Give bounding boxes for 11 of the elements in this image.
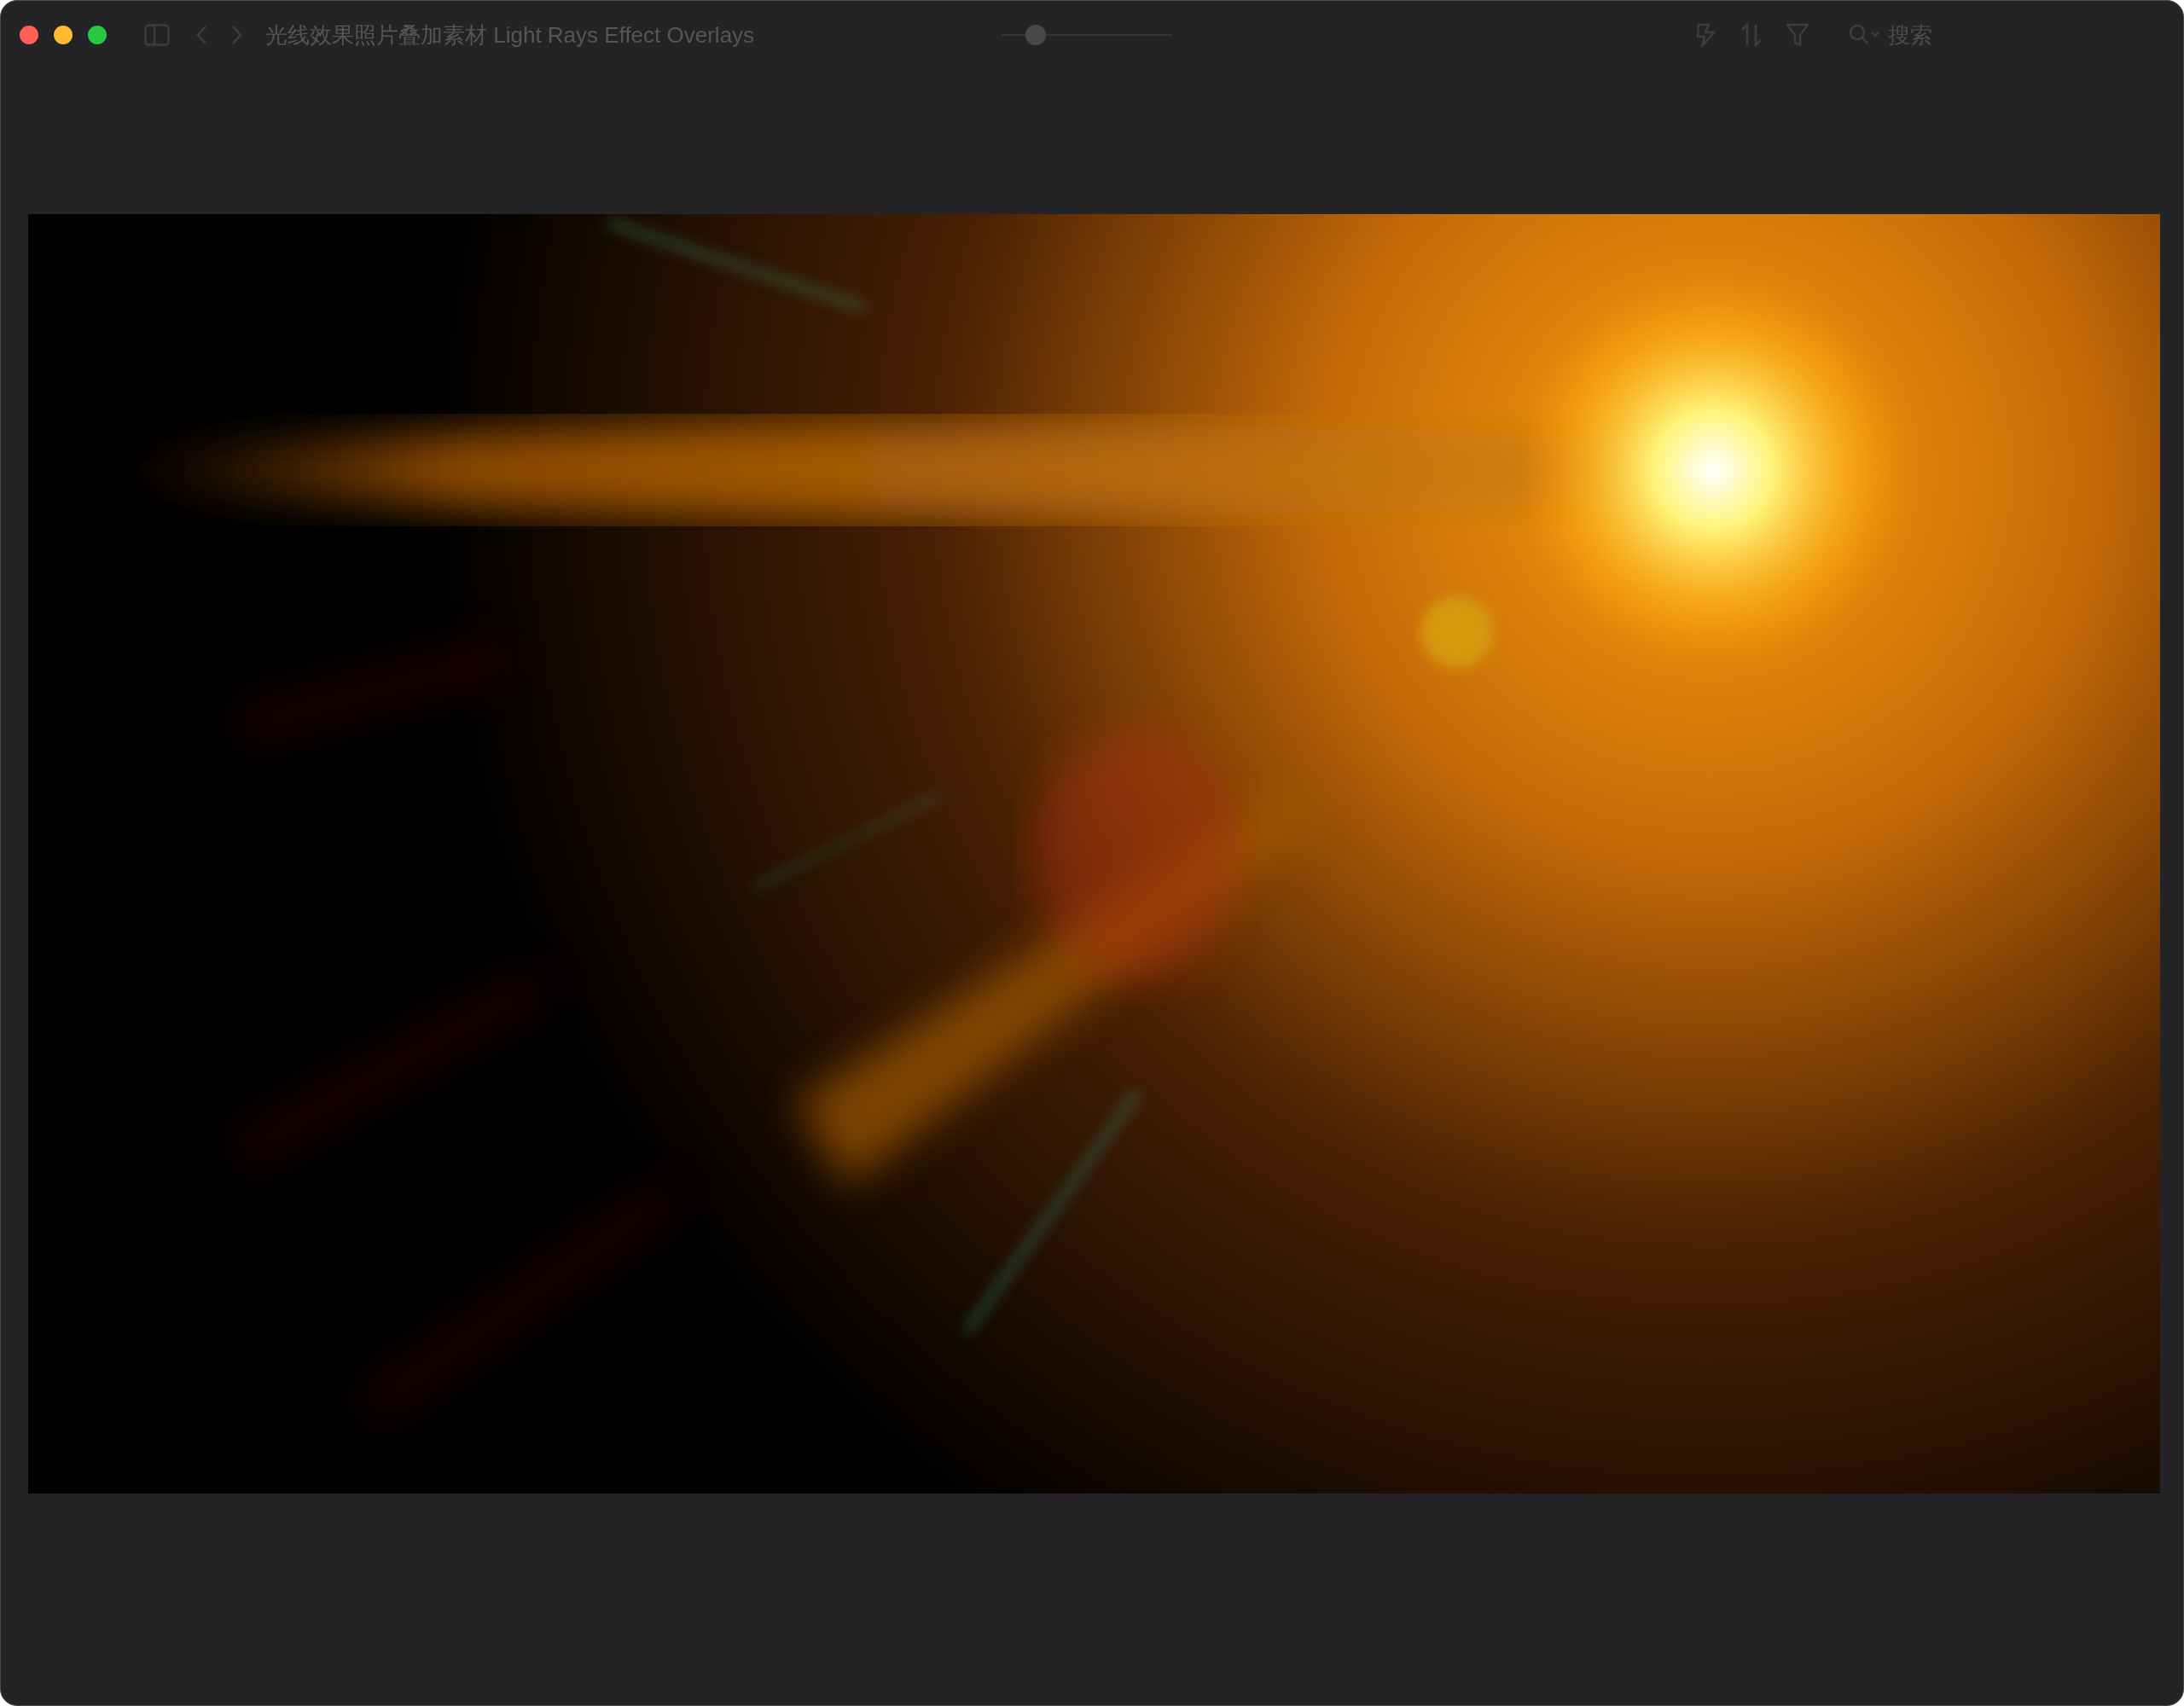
lightning-icon[interactable] [1695,22,1717,48]
sidebar-icon[interactable] [144,24,170,46]
back-icon[interactable] [195,25,207,45]
sort-icon[interactable] [1740,23,1763,47]
forward-icon[interactable] [231,25,243,45]
filter-icon[interactable] [1786,22,1809,48]
minimize-button[interactable] [54,26,73,44]
close-button[interactable] [20,26,38,44]
search-icon[interactable] [1849,24,1881,46]
zoom-button[interactable] [88,26,107,44]
zoom-slider[interactable] [1002,25,1173,45]
